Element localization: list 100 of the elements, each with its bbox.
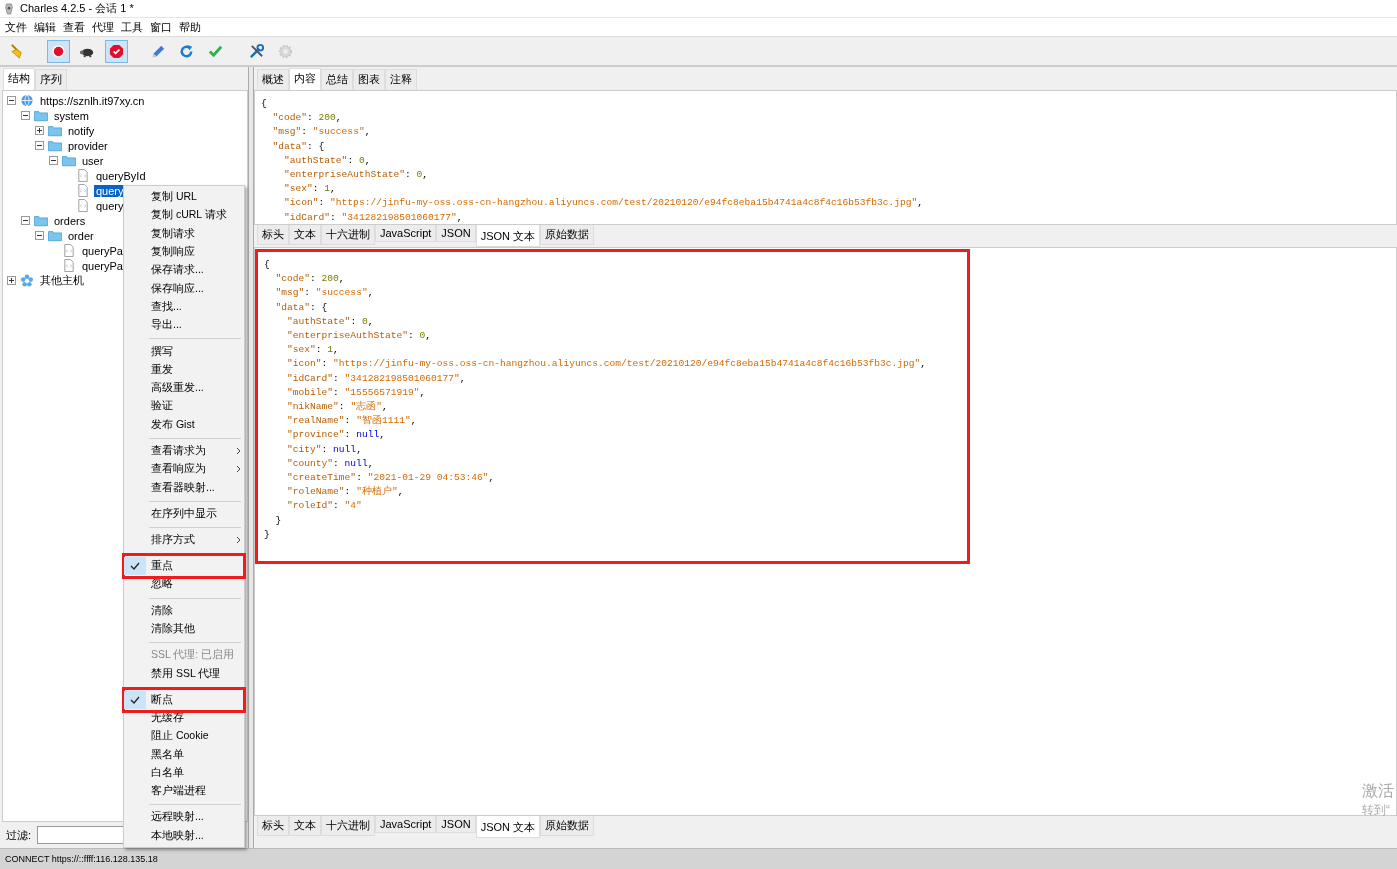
tab[interactable]: 标头 <box>257 816 289 836</box>
refresh-icon <box>178 42 195 60</box>
tab[interactable]: 序列 <box>35 69 67 90</box>
tab[interactable]: 标头 <box>257 225 289 245</box>
tab[interactable]: 十六进制 <box>321 816 375 836</box>
code-line: "province": null, <box>286 428 386 443</box>
collapse-icon[interactable] <box>49 156 58 165</box>
tree-item[interactable]: queryPa <box>80 259 125 272</box>
menu-item[interactable]: 禁用 SSL 代理 <box>124 664 244 683</box>
status-text: CONNECT https://::ffff:116.128.135.18 <box>5 854 158 864</box>
collapse-icon[interactable] <box>21 216 30 225</box>
menu-item[interactable]: 查看器映射... <box>124 478 244 497</box>
tab[interactable]: 原始数据 <box>540 225 595 245</box>
document-icon <box>62 244 76 257</box>
menu-item[interactable]: 在序列中显示 <box>124 504 244 524</box>
menu-item[interactable]: 复制请求 <box>124 224 244 243</box>
code-line: "createTime": "2021-01-29 04:53:46", <box>286 471 496 485</box>
tab[interactable]: 内容 <box>289 68 321 90</box>
collapse-icon[interactable] <box>21 111 30 120</box>
menu-item[interactable]: 排序方式 <box>124 531 244 550</box>
expand-icon[interactable] <box>7 276 16 285</box>
tab[interactable]: 图表 <box>353 69 385 90</box>
code-line: { <box>264 258 271 272</box>
tree-item[interactable]: queryPa <box>80 244 125 257</box>
menu-item[interactable]: 复制响应 <box>124 242 244 262</box>
tab[interactable]: 总结 <box>321 69 353 90</box>
code-line: } <box>274 513 283 528</box>
code-line: "idCard": "341282198501060177", <box>286 371 467 386</box>
tree-item[interactable]: order <box>66 229 96 242</box>
tree-item[interactable]: https://sznlh.it97xy.cn <box>38 94 147 107</box>
tab[interactable]: JavaScript <box>375 816 437 833</box>
tree-item[interactable]: query <box>94 184 126 197</box>
tab[interactable]: JSON 文本 <box>475 225 541 247</box>
menu-item[interactable]: 保存响应... <box>124 279 244 298</box>
menu-item[interactable]: 本地映射... <box>124 826 244 845</box>
menu-item[interactable]: 发布 Gist <box>124 415 244 434</box>
tab[interactable]: 十六进制 <box>321 225 375 245</box>
menu-item[interactable]: 复制 cURL 请求 <box>124 206 244 225</box>
tab[interactable]: 结构 <box>3 68 35 90</box>
menu-item[interactable]: 编辑 <box>31 19 60 35</box>
tree-item[interactable]: 其他主机 <box>38 273 86 288</box>
tree-item[interactable]: user <box>80 154 106 167</box>
menu-item[interactable]: 断点 <box>122 686 246 713</box>
menu-item[interactable]: 撰写 <box>124 342 244 361</box>
tab[interactable]: JavaScript <box>375 225 437 242</box>
code-line: "msg": "success", <box>274 286 375 301</box>
code-line: "sex": 1, <box>283 182 337 197</box>
expand-icon[interactable] <box>35 126 44 135</box>
menu-item[interactable]: 清除其他 <box>124 619 244 639</box>
menu-item[interactable]: 代理 <box>89 19 118 35</box>
stop-sign-icon <box>108 42 125 60</box>
tab[interactable]: JSON 文本 <box>475 816 541 838</box>
collapse-icon[interactable] <box>7 96 16 105</box>
tab[interactable]: 概述 <box>257 69 289 90</box>
tree-item[interactable]: notify <box>66 124 97 137</box>
menu-item[interactable]: 帮助 <box>176 19 205 35</box>
menu-item[interactable]: 文件 <box>2 19 31 35</box>
flower-icon <box>20 274 34 287</box>
menu-item[interactable]: 复制 URL <box>124 188 244 207</box>
menu-item[interactable]: 高级重发... <box>124 378 244 398</box>
menu-item[interactable]: 重发 <box>124 360 244 379</box>
menu-item[interactable]: 清除 <box>124 601 244 620</box>
menu-item[interactable]: 黑名单 <box>124 745 244 764</box>
filter-label: 过滤: <box>6 827 32 843</box>
tree-item[interactable]: queryById <box>94 169 148 182</box>
toolbar-button[interactable] <box>47 39 70 63</box>
code-line: "roleId": "4" <box>286 499 363 514</box>
tab[interactable]: 文本 <box>289 816 321 836</box>
tree-item[interactable]: provider <box>66 139 110 152</box>
folder-icon <box>62 154 76 167</box>
code-line: "idCard": "341282198501060177", <box>283 210 464 224</box>
tab[interactable]: JSON <box>436 225 476 242</box>
menu-item[interactable]: 工具 <box>118 19 147 35</box>
tree-item[interactable]: orders <box>52 214 88 227</box>
menu-item[interactable]: 导出... <box>124 316 244 335</box>
menu-item[interactable]: 客户端进程 <box>124 782 244 801</box>
tab[interactable]: 注释 <box>385 69 417 90</box>
tab[interactable]: 原始数据 <box>540 816 595 836</box>
folder-icon <box>48 139 62 152</box>
menu-item[interactable]: 查看响应为 <box>124 460 244 479</box>
tab[interactable]: 文本 <box>289 225 321 245</box>
menu-item[interactable]: 验证 <box>124 397 244 416</box>
menu-item[interactable]: 查找... <box>124 297 244 317</box>
code-line: "code": 200, <box>274 272 346 287</box>
gear-icon <box>277 42 294 60</box>
menu-item[interactable]: 保存请求... <box>124 261 244 280</box>
collapse-icon[interactable] <box>35 141 44 150</box>
menu-item[interactable]: 查看 <box>60 19 89 35</box>
menu-item[interactable]: 白名单 <box>124 763 244 782</box>
tree-item[interactable]: system <box>52 109 91 122</box>
menu-item[interactable]: 查看请求为 <box>124 441 244 461</box>
code-line: "city": null, <box>286 442 363 457</box>
globe-icon <box>20 94 34 107</box>
code-line: "data": { <box>271 139 326 154</box>
collapse-icon[interactable] <box>35 231 44 240</box>
tab[interactable]: JSON <box>436 816 476 833</box>
menu-item[interactable]: 窗口 <box>147 19 176 35</box>
menu-item[interactable]: 阻止 Cookie <box>124 727 244 746</box>
tree-item[interactable]: query <box>94 199 126 212</box>
menu-item[interactable]: 远程映射... <box>124 808 244 827</box>
